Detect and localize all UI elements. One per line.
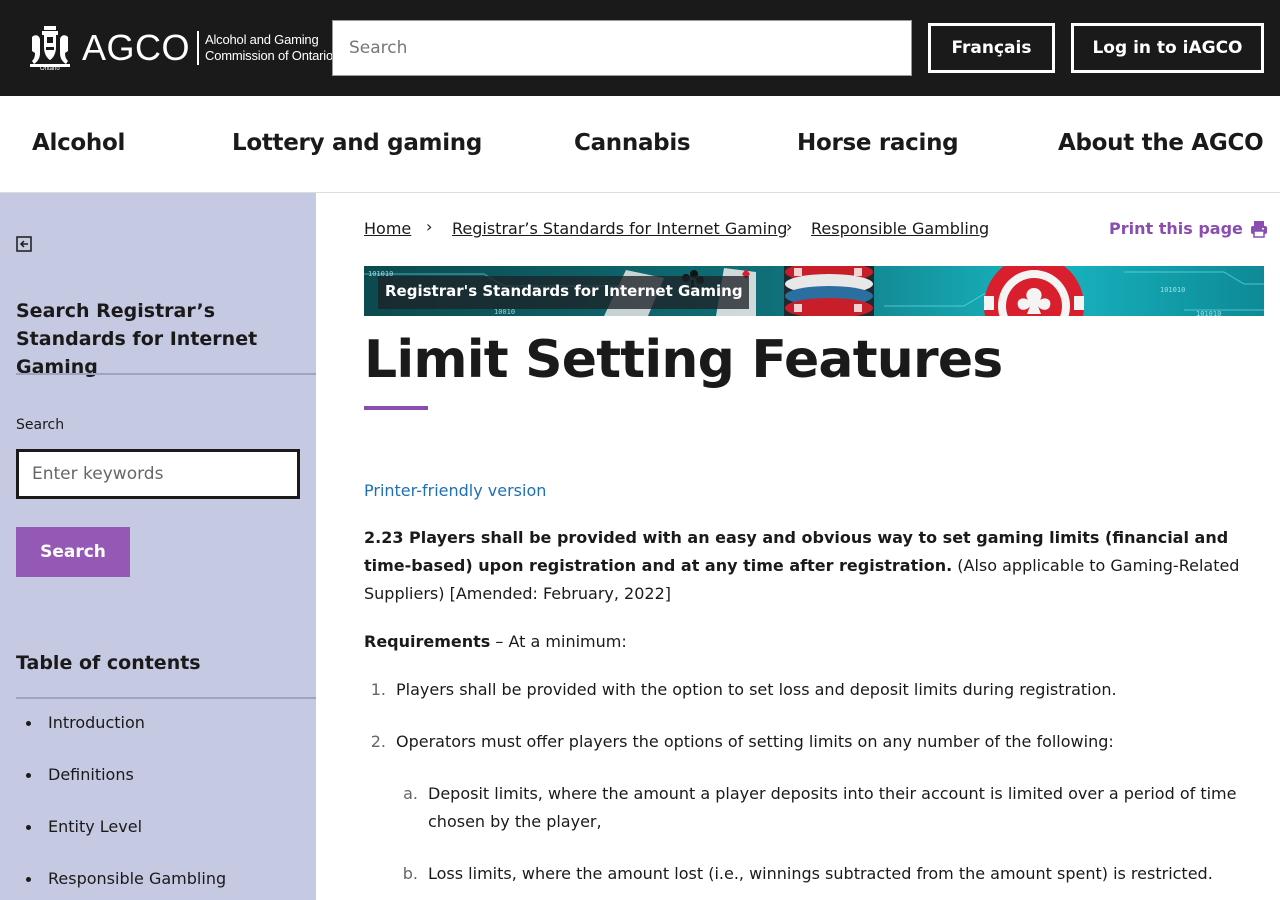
print-page-label: Print this page [1109,219,1243,238]
requirement-item-1: Players shall be provided with the optio… [396,680,1117,699]
toc-divider [16,697,316,699]
title-underline [364,406,428,410]
login-iagco-button[interactable]: Log in to iAGCO [1071,23,1264,73]
svg-text:101010: 101010 [1160,286,1185,294]
top-header: AGCO Alcohol and Gaming Commission of On… [0,0,1280,96]
sidebar-divider [16,373,316,375]
toc-item-responsible-gambling[interactable]: Responsible Gambling [0,869,226,900]
breadcrumb-separator: › [786,217,793,236]
svg-text:101010: 101010 [1196,310,1221,316]
french-language-button[interactable]: Français [928,23,1055,73]
logo-wordmark: AGCO [82,27,191,68]
printer-friendly-link[interactable]: Printer-friendly version [364,481,546,500]
toc-item-definitions[interactable]: Definitions [0,765,226,817]
sidebar-search-label: Search [16,417,65,433]
breadcrumb-separator: › [426,217,433,236]
sidebar-search-heading: Search Registrar’s Standards for Interne… [16,300,258,378]
banner-label: Registrar's Standards for Internet Gamin… [378,276,749,309]
requirement-item-2: Operators must offer players the options… [396,732,1114,751]
breadcrumb-home[interactable]: Home [364,219,411,238]
toc-heading: Table of contents [16,652,201,674]
sidebar: Search Registrar’s Standards for Interne… [0,193,316,900]
breadcrumb-internet-gaming-standards[interactable]: Registrar’s Standards for Internet Gamin… [452,219,787,238]
collapse-sidebar-icon[interactable] [16,236,32,252]
requirement-subitem-a: Deposit limits, where the amount a playe… [428,784,1237,831]
svg-text:10010: 10010 [494,308,515,316]
sidebar-search-button[interactable]: Search [16,527,130,577]
nav-item-alcohol[interactable]: Alcohol [32,130,125,156]
sublist-marker: b. [402,864,418,883]
table-of-contents: Introduction Definitions Entity Level Re… [0,713,226,900]
ontario-tag: Ontario [40,66,60,72]
requirements-paragraph: Requirements – At a minimum: [364,632,627,652]
requirements-intro: – At a minimum: [490,632,627,651]
requirement-subitem-b: Loss limits, where the amount lost (i.e.… [428,864,1213,883]
logo-subtitle: Alcohol and Gaming Commission of Ontario [205,32,333,64]
list-marker: 2. [370,732,386,751]
printer-icon [1250,220,1267,238]
print-page-link[interactable]: Print this page [1109,219,1268,238]
logo-divider [197,31,200,65]
toc-item-entity-level[interactable]: Entity Level [0,817,226,869]
main-navigation: Alcohol Lottery and gaming Cannabis Hors… [0,96,1280,193]
page-title: Limit Setting Features [364,330,1003,390]
nav-item-horse-racing[interactable]: Horse racing [797,130,959,156]
breadcrumb-responsible-gambling[interactable]: Responsible Gambling [811,219,989,238]
site-search-input[interactable] [332,20,912,76]
keyword-search-input[interactable] [16,449,300,499]
nav-item-cannabis[interactable]: Cannabis [574,130,691,156]
nav-item-about-agco[interactable]: About the AGCO [1058,130,1264,156]
standard-2-23-paragraph: 2.23 Players shall be provided with an e… [364,524,1264,608]
toc-item-introduction[interactable]: Introduction [0,713,226,765]
nav-item-lottery-gaming[interactable]: Lottery and gaming [232,130,482,156]
list-marker: 1. [370,680,386,699]
logo-subtitle-line2: Commission of Ontario [205,48,334,63]
sublist-marker: a. [403,784,418,803]
logo-subtitle-line1: Alcohol and Gaming [205,32,319,47]
section-banner: 101010 10010 101010 101010 Registrar's S… [364,266,1264,316]
agco-logo[interactable]: AGCO Alcohol and Gaming Commission of On… [26,22,333,74]
requirements-label: Requirements [364,632,491,651]
